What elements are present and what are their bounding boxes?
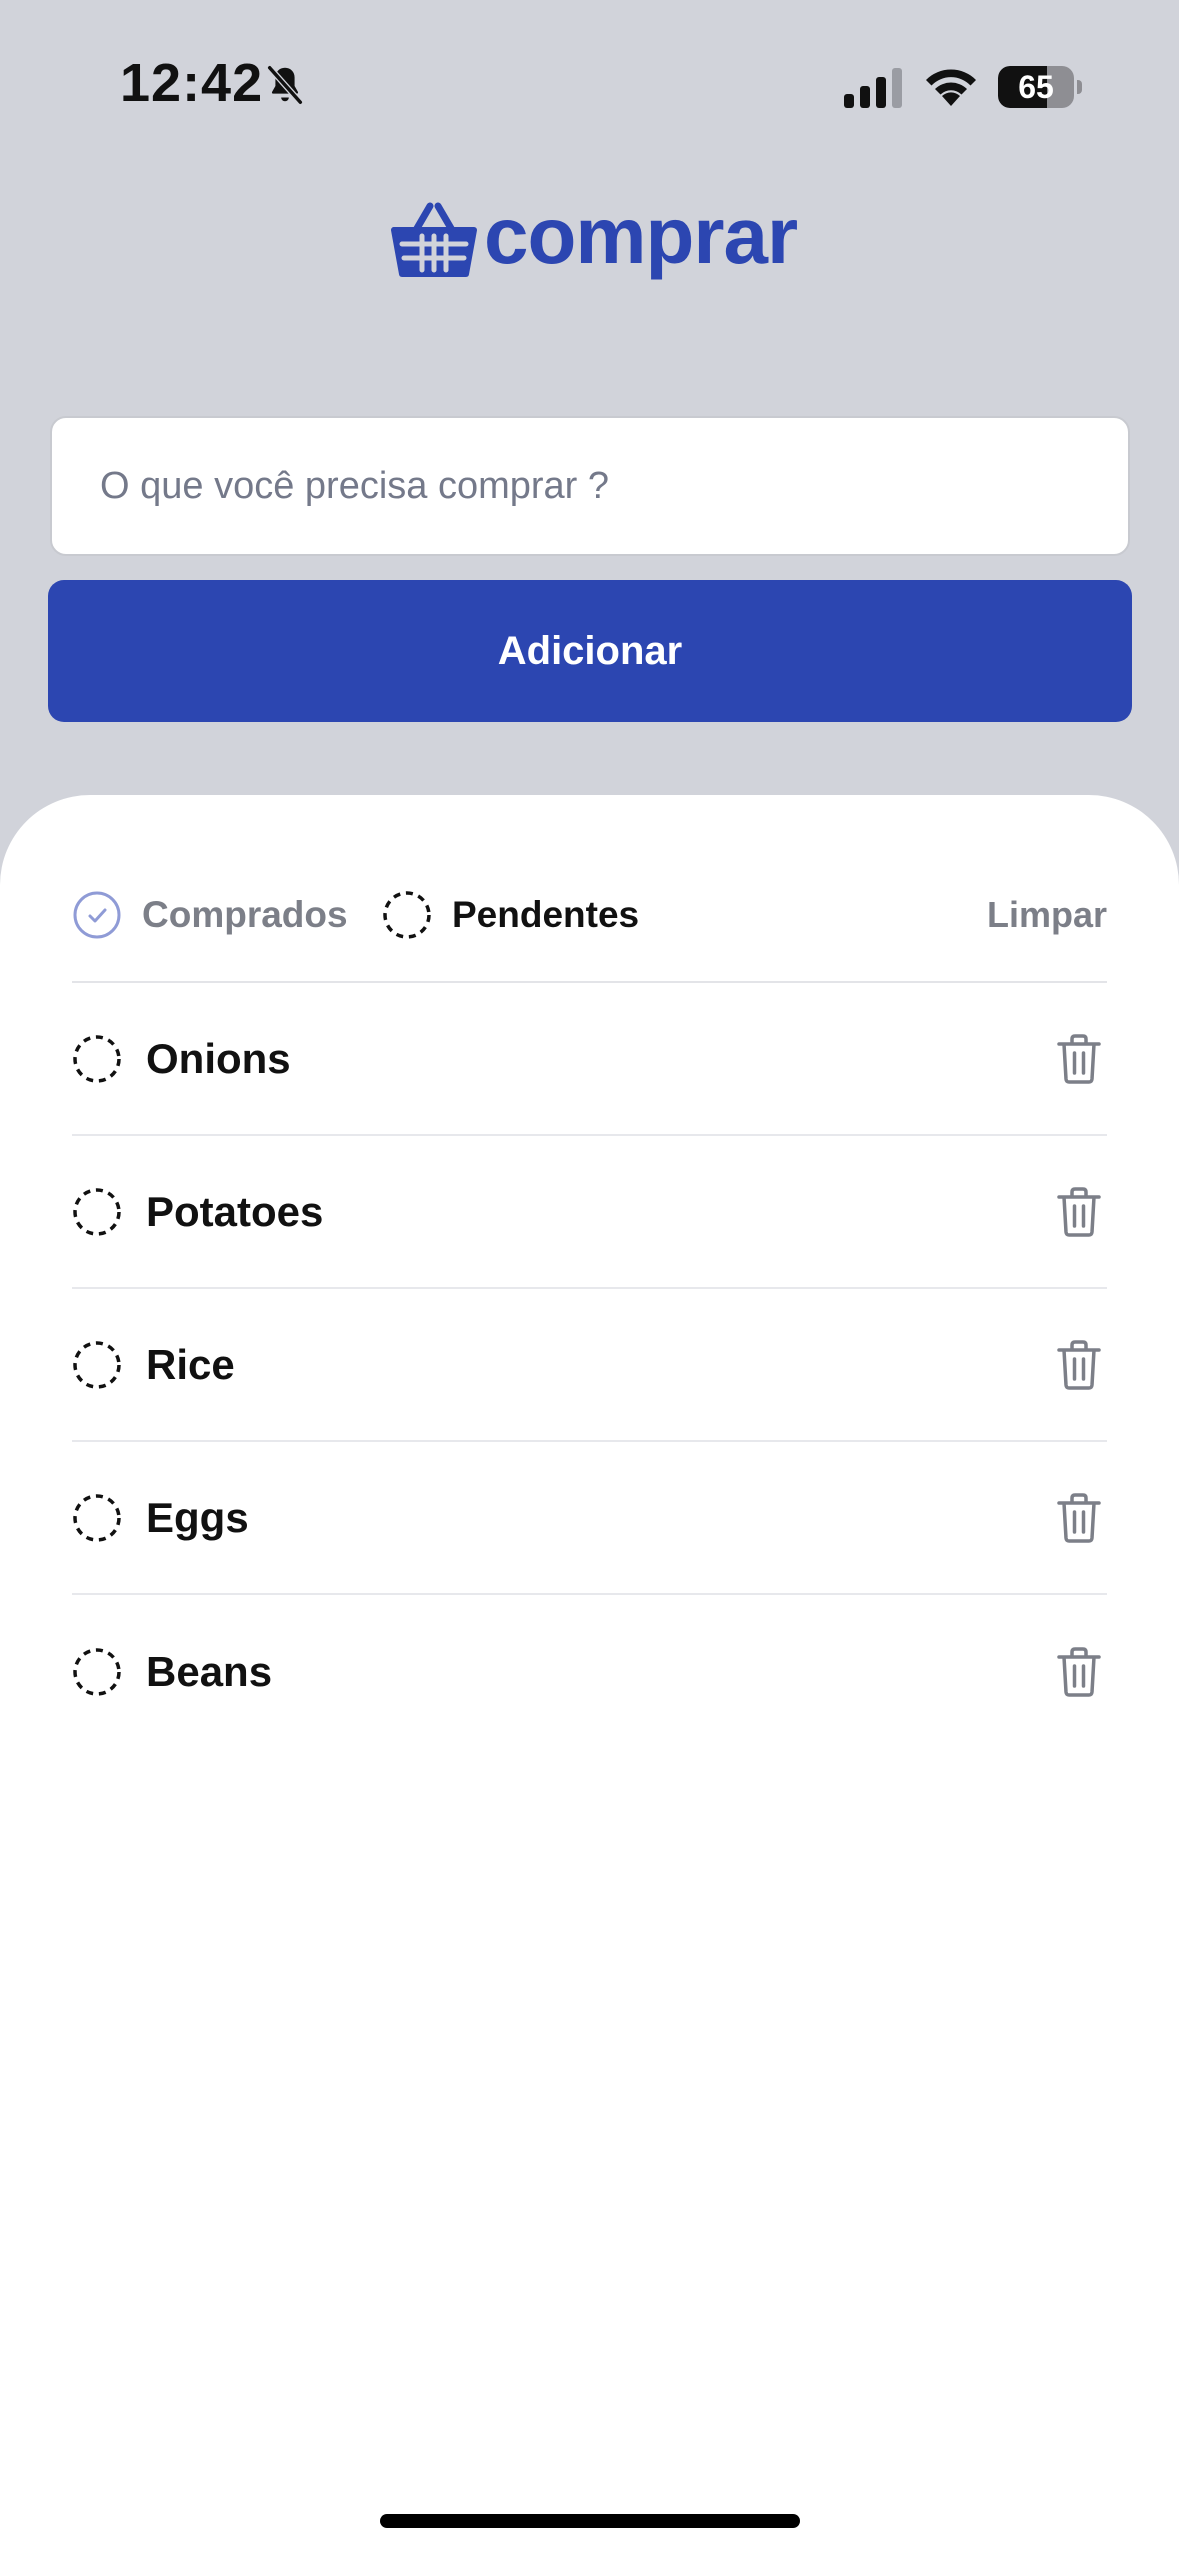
- home-indicator[interactable]: [380, 2514, 800, 2528]
- filter-pendentes[interactable]: Pendentes: [382, 890, 639, 940]
- signal-icon: [844, 68, 902, 108]
- list-item[interactable]: Potatoes: [72, 1136, 1107, 1289]
- trash-icon: [1057, 1186, 1101, 1237]
- list-sheet: Comprados Pendentes Limpar Onions Potatoe…: [0, 795, 1179, 2556]
- filter-comprados[interactable]: Comprados: [72, 890, 348, 940]
- delete-button[interactable]: [1051, 1490, 1107, 1546]
- battery-cap: [1077, 80, 1082, 94]
- filter-pendentes-label: Pendentes: [452, 894, 640, 935]
- clear-button[interactable]: Limpar: [987, 890, 1107, 940]
- item-name: Beans: [146, 1647, 273, 1695]
- dashed-circle-icon[interactable]: [72, 1034, 122, 1084]
- list-item[interactable]: Eggs: [72, 1442, 1107, 1595]
- item-name: Potatoes: [146, 1187, 324, 1235]
- app-logo: comprar: [390, 191, 798, 288]
- item-name: Rice: [146, 1340, 235, 1388]
- basket-icon: [391, 202, 477, 277]
- item-list: Onions Potatoes Rice Eggs Beans: [72, 983, 1107, 1748]
- check-circle-icon: [73, 891, 121, 939]
- dashed-circle-icon[interactable]: [72, 1340, 122, 1390]
- delete-button[interactable]: [1051, 1031, 1107, 1087]
- trash-icon: [1057, 1492, 1101, 1543]
- dashed-circle-icon[interactable]: [72, 1647, 122, 1697]
- filter-bar: Comprados Pendentes Limpar: [72, 890, 1107, 980]
- logo-text: comprar: [484, 191, 798, 280]
- delete-button[interactable]: [1051, 1184, 1107, 1240]
- item-name: Eggs: [146, 1493, 249, 1541]
- delete-button[interactable]: [1051, 1337, 1107, 1393]
- item-name: Onions: [146, 1034, 291, 1082]
- battery-percentage: 65: [1018, 69, 1054, 105]
- list-item[interactable]: Beans: [72, 1595, 1107, 1748]
- battery-indicator: 65: [998, 66, 1082, 108]
- delete-button[interactable]: [1051, 1644, 1107, 1700]
- trash-icon: [1057, 1339, 1101, 1390]
- wifi-icon: [926, 69, 976, 106]
- status-time: 12:42: [120, 53, 264, 113]
- status-bar: 12:42 65: [0, 0, 1179, 180]
- dashed-circle-icon: [383, 891, 431, 939]
- battery-icon: 65: [998, 66, 1074, 108]
- bell-slash-icon: [267, 65, 303, 105]
- dashed-circle-icon[interactable]: [72, 1187, 122, 1237]
- dashed-circle-icon[interactable]: [72, 1493, 122, 1543]
- add-button[interactable]: Adicionar: [48, 580, 1132, 722]
- filter-comprados-label: Comprados: [142, 894, 348, 935]
- list-item[interactable]: Rice: [72, 1289, 1107, 1442]
- trash-icon: [1057, 1033, 1101, 1084]
- trash-icon: [1057, 1646, 1101, 1697]
- app-screen: 12:42 65 comprar O que você precisa comp…: [0, 0, 1179, 2556]
- item-input[interactable]: [50, 416, 1130, 556]
- list-item[interactable]: Onions: [72, 983, 1107, 1136]
